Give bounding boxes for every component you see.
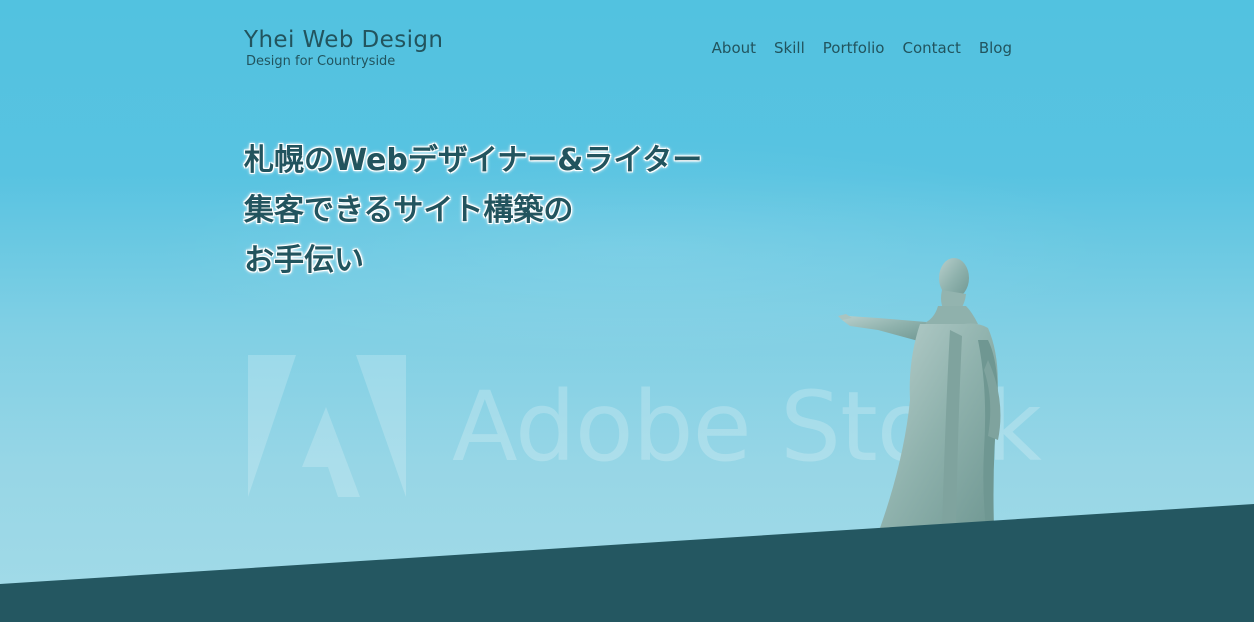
hero-section: Yhei Web Design Design for Countryside A… [0, 0, 1254, 622]
bottom-band [0, 504, 1254, 622]
